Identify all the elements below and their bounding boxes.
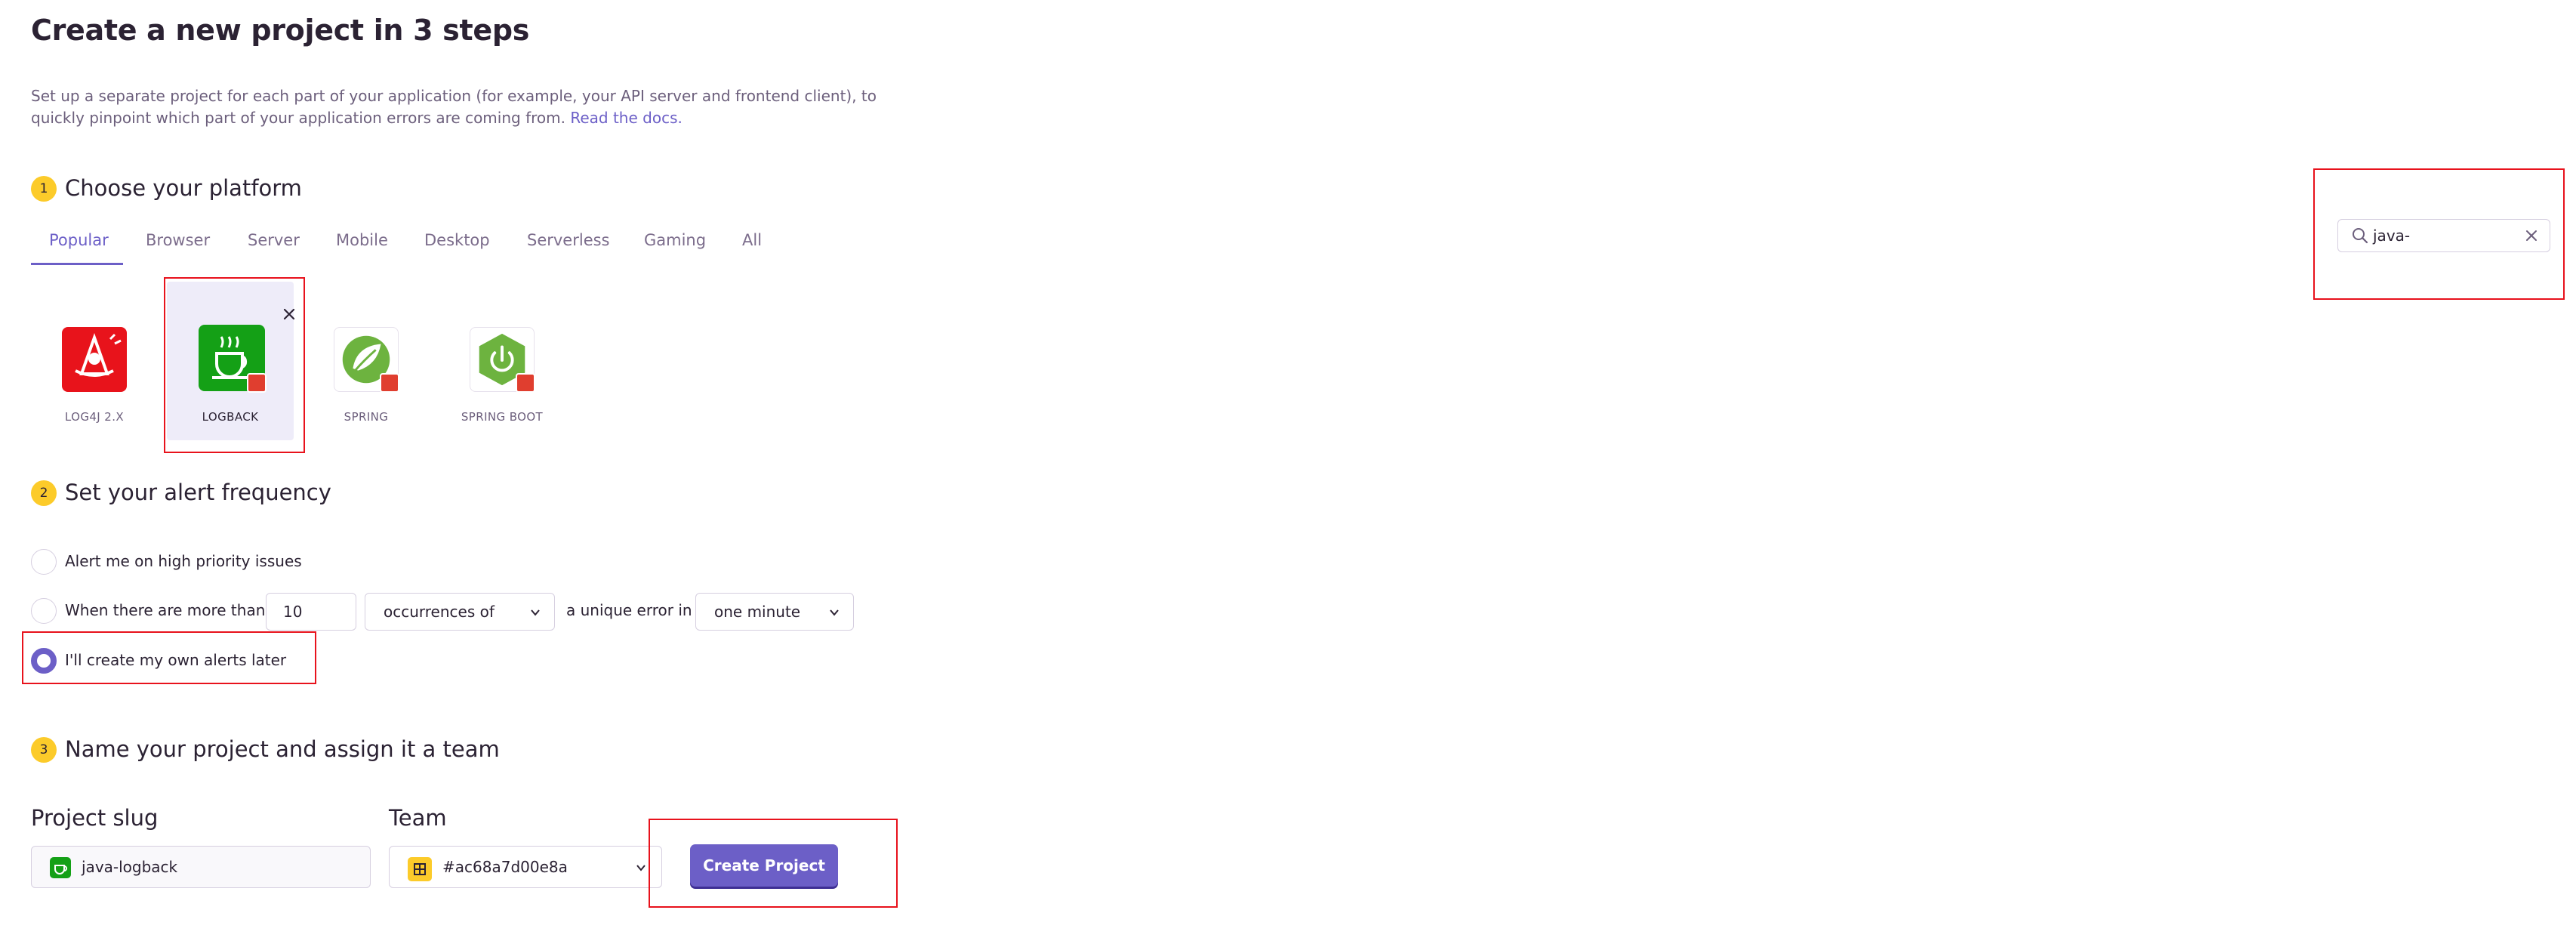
team-avatar <box>408 857 432 881</box>
step-3-title: Name your project and assign it a team <box>65 736 500 762</box>
tab-server[interactable]: Server <box>248 231 300 249</box>
project-slug-value: java-logback <box>82 858 178 876</box>
threshold-input[interactable]: 10 <box>266 593 356 631</box>
project-slug-label: Project slug <box>31 805 159 831</box>
step-2-badge: 2 <box>31 480 57 506</box>
threshold-value: 10 <box>283 603 303 621</box>
search-icon <box>2353 228 2368 244</box>
java-badge-icon <box>247 373 267 393</box>
platform-card-spring-boot[interactable]: SPRING BOOT <box>439 282 565 440</box>
platform-label: LOGBACK <box>202 410 259 424</box>
alert-high-priority-radio[interactable] <box>31 549 57 575</box>
platform-card-spring[interactable]: SPRING <box>303 282 430 440</box>
alert-threshold-label: When there are more than <box>65 601 266 619</box>
metric-select-value: occurrences of <box>384 603 495 621</box>
clear-search-icon[interactable] <box>2525 230 2537 242</box>
step-1-title: Choose your platform <box>65 175 302 201</box>
alert-high-priority-label: Alert me on high priority issues <box>65 552 302 570</box>
tab-gaming[interactable]: Gaming <box>644 231 706 249</box>
tab-all[interactable]: All <box>742 231 762 249</box>
interval-select-value: one minute <box>714 603 801 621</box>
logback-icon <box>50 857 71 878</box>
alert-threshold-radio[interactable] <box>31 598 57 624</box>
logback-icon <box>199 325 267 393</box>
platform-label: LOG4J 2.X <box>64 410 125 424</box>
java-badge-icon <box>380 373 399 393</box>
chevron-down-icon <box>830 609 839 616</box>
platform-card-log4j[interactable]: LOG4J 2.X <box>31 282 158 440</box>
platform-label: SPRING <box>344 410 389 424</box>
intro-text: Set up a separate project for each part … <box>31 87 877 127</box>
read-docs-link[interactable]: Read the docs. <box>570 109 683 127</box>
step-2-title: Set your alert frequency <box>65 480 331 505</box>
alert-later-label: I'll create my own alerts later <box>65 651 287 669</box>
search-input[interactable]: java- <box>2373 227 2410 245</box>
log4j-icon <box>62 327 127 392</box>
tab-popular[interactable]: Popular <box>49 231 109 249</box>
chevron-down-icon <box>531 609 540 616</box>
tab-serverless[interactable]: Serverless <box>527 231 610 249</box>
tab-desktop[interactable]: Desktop <box>424 231 490 249</box>
step-3-badge: 3 <box>31 737 57 763</box>
project-slug-input[interactable]: java-logback <box>31 846 371 888</box>
platform-search-box[interactable]: java- <box>2337 219 2550 252</box>
page-title: Create a new project in 3 steps <box>31 14 530 47</box>
create-project-button[interactable]: Create Project <box>690 844 838 887</box>
metric-select[interactable]: occurrences of <box>365 593 555 631</box>
team-select-value: #ac68a7d00e8a <box>442 858 568 876</box>
tab-mobile[interactable]: Mobile <box>336 231 388 249</box>
spring-icon <box>334 327 399 393</box>
alert-later-radio[interactable] <box>31 648 57 674</box>
alert-threshold-middle-text: a unique error in <box>566 601 692 619</box>
spring-boot-icon <box>470 327 535 393</box>
java-badge-icon <box>516 373 535 393</box>
step-1-badge: 1 <box>31 176 57 202</box>
interval-select[interactable]: one minute <box>695 593 854 631</box>
tab-browser[interactable]: Browser <box>146 231 210 249</box>
deselect-platform-icon[interactable] <box>282 307 296 321</box>
platform-label: SPRING BOOT <box>461 410 544 424</box>
platform-card-logback[interactable]: LOGBACK <box>167 282 296 440</box>
active-tab-indicator <box>31 263 123 265</box>
page-intro: Set up a separate project for each part … <box>31 85 877 129</box>
team-select[interactable]: #ac68a7d00e8a <box>389 846 662 888</box>
team-label: Team <box>389 805 447 831</box>
chevron-down-icon <box>636 865 646 871</box>
